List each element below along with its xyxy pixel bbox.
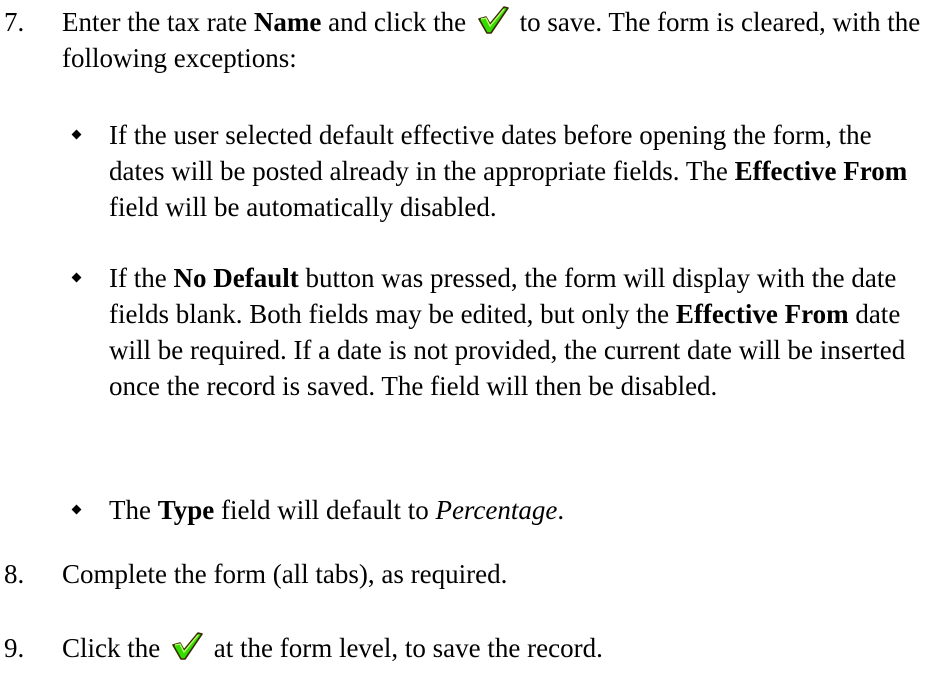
step-text: Complete the form (all tabs), as require… — [62, 559, 508, 589]
field-name-label: Name — [253, 7, 322, 37]
green-checkmark-icon — [478, 6, 509, 34]
step-number: 9. — [4, 633, 25, 663]
step-number: 8. — [4, 559, 25, 589]
bullet-diamond — [71, 504, 82, 515]
step-text: Enter the tax rate Name and click the to… — [62, 6, 921, 73]
bullet-text: If the user selected default effective d… — [109, 120, 908, 222]
green-checkmark-icon — [172, 632, 203, 660]
bullet-diamond — [71, 129, 82, 140]
step-text: Click the at the form level, to save the… — [62, 632, 603, 663]
bullet-text: The Type field will default to Percentag… — [109, 495, 565, 525]
step-number: 7. — [4, 7, 25, 37]
bullet-text: If the No Default button was pressed, th… — [109, 263, 906, 401]
bullet-diamond — [71, 272, 82, 283]
